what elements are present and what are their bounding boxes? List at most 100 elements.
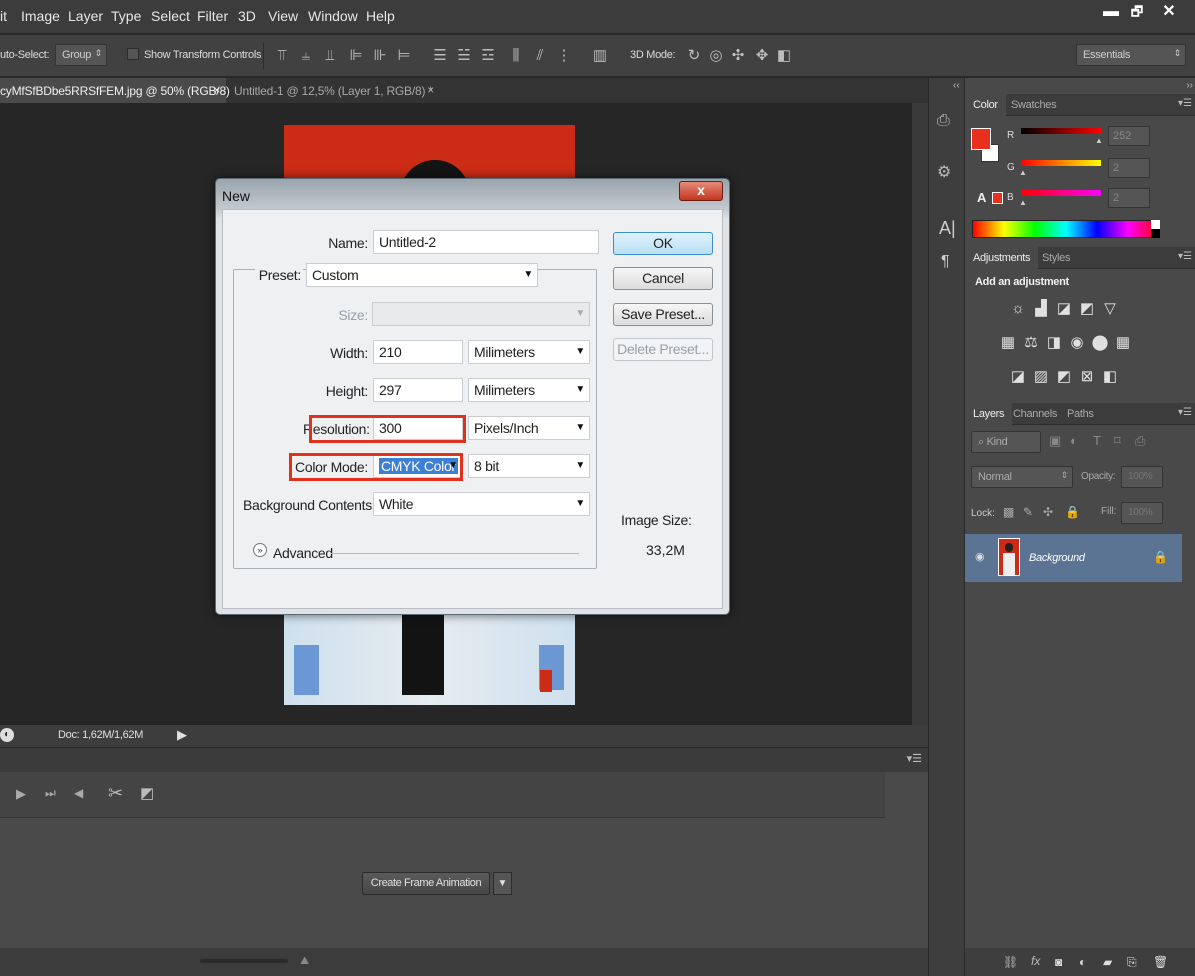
menu-help[interactable]: Help	[366, 8, 395, 24]
distribute-vcenter-icon[interactable]: ☱	[454, 46, 474, 66]
tab-layers[interactable]: Layers	[965, 403, 1013, 425]
align-vcenter-icon[interactable]: ⫨	[296, 46, 316, 66]
add-mask-icon[interactable]: ◙	[1055, 955, 1062, 969]
properties-icon[interactable]: ⚙	[937, 162, 951, 182]
paragraph-icon[interactable]: ¶	[941, 253, 950, 271]
distribute-left-icon[interactable]: ⫼	[506, 46, 526, 66]
width-input[interactable]: 210	[373, 340, 463, 364]
distribute-bottom-icon[interactable]: ☲	[478, 46, 498, 66]
r-value-field[interactable]: 252	[1108, 126, 1150, 146]
align-right-icon[interactable]: ⊨	[394, 46, 414, 66]
new-group-icon[interactable]: ▰	[1103, 955, 1112, 969]
tab-adjustments[interactable]: Adjustments	[965, 247, 1039, 269]
gradient-map-icon[interactable]: ◧	[1101, 368, 1119, 386]
posterize-icon[interactable]: ▨	[1032, 368, 1050, 386]
3d-drag-icon[interactable]: ✣	[728, 46, 748, 66]
chevron-down-icon[interactable]: ▼	[493, 872, 512, 895]
opacity-field[interactable]: 100%	[1121, 466, 1163, 488]
height-input[interactable]: 297	[373, 378, 463, 402]
fx-icon[interactable]: fx	[1031, 954, 1040, 968]
fill-field[interactable]: 100%	[1121, 502, 1163, 524]
distribute-right-icon[interactable]: ⋮	[554, 46, 574, 66]
foreground-color-swatch[interactable]	[971, 128, 991, 150]
filter-pixel-icon[interactable]: ▣	[1049, 433, 1061, 449]
b-slider[interactable]	[1021, 190, 1101, 196]
name-input[interactable]: Untitled-2	[373, 230, 599, 254]
scissors-icon[interactable]: ✂	[108, 783, 123, 804]
zoom-slider[interactable]	[200, 959, 288, 963]
history-icon[interactable]: ⎙	[937, 112, 950, 130]
invert-icon[interactable]: ◪	[1009, 368, 1027, 386]
audio-icon[interactable]: ◀	[74, 786, 83, 800]
menu-3d[interactable]: 3D	[238, 8, 256, 24]
status-arrow-icon[interactable]: ▶	[177, 727, 187, 743]
play-icon[interactable]: ▶	[16, 786, 26, 802]
menu-layer[interactable]: Layer	[68, 8, 103, 24]
step-forward-icon[interactable]: ⏭	[45, 786, 56, 801]
panel-menu-icon[interactable]: ▾☰	[907, 752, 922, 765]
menu-view[interactable]: View	[268, 8, 298, 24]
create-frame-animation-button[interactable]: Create Frame Animation	[362, 872, 490, 895]
close-window-button[interactable]: ✕	[1152, 0, 1186, 26]
align-left-icon[interactable]: ⊫	[346, 46, 366, 66]
menu-filter[interactable]: Filter	[197, 8, 228, 24]
height-unit-dropdown[interactable]: Milimeters ▼	[468, 378, 590, 402]
hue-saturation-icon[interactable]: ▦	[999, 334, 1017, 352]
g-value-field[interactable]: 2	[1108, 158, 1150, 178]
distribute-hcenter-icon[interactable]: ⫽	[530, 46, 550, 66]
menu-image[interactable]: Image	[21, 8, 60, 24]
blend-mode-dropdown[interactable]: Normal ⇕	[971, 466, 1073, 488]
menu-select[interactable]: Select	[151, 8, 190, 24]
save-preset-button[interactable]: Save Preset...	[613, 303, 713, 326]
3d-roll-icon[interactable]: ◎	[706, 46, 726, 66]
delete-preset-button[interactable]: Delete Preset...	[613, 338, 713, 361]
layer-filter-dropdown[interactable]: ⌕ Kind	[971, 431, 1041, 453]
cancel-button[interactable]: Cancel	[613, 267, 713, 290]
vibrance-icon[interactable]: ▽	[1101, 300, 1119, 318]
gamut-swatch[interactable]	[992, 192, 1003, 204]
levels-icon[interactable]: ▟	[1032, 300, 1050, 318]
g-slider-thumb[interactable]: ▲	[1019, 168, 1027, 177]
advanced-label[interactable]: Advanced	[273, 545, 333, 561]
filter-smart-icon[interactable]: ⎙	[1135, 433, 1145, 449]
color-balance-icon[interactable]: ⚖	[1022, 334, 1040, 352]
filter-adjustment-icon[interactable]: ◐	[1070, 433, 1078, 448]
link-layers-icon[interactable]: ⛓	[1003, 955, 1018, 969]
tab-styles[interactable]: Styles	[1042, 252, 1070, 264]
spectrum-black-swatch[interactable]	[1151, 229, 1160, 238]
lock-image-icon[interactable]: ✎	[1023, 505, 1033, 519]
panel-menu-icon[interactable]: ▾☰	[1178, 407, 1192, 418]
lock-all-icon[interactable]: 🔒	[1065, 505, 1080, 519]
menu-file[interactable]: it	[0, 8, 7, 24]
curves-icon[interactable]: ◪	[1055, 300, 1073, 318]
lock-transparent-icon[interactable]: ▩	[1003, 505, 1014, 519]
preset-dropdown[interactable]: Custom ▼	[306, 263, 538, 287]
menu-window[interactable]: Window	[308, 8, 358, 24]
tab-close-icon[interactable]: ×	[427, 83, 434, 97]
align-hcenter-icon[interactable]: ⊪	[370, 46, 390, 66]
brightness-icon[interactable]: ☼	[1009, 300, 1027, 318]
background-contents-dropdown[interactable]: White ▼	[373, 492, 590, 516]
exposure-icon[interactable]: ◩	[1078, 300, 1096, 318]
tab-channels[interactable]: Channels	[1013, 408, 1057, 420]
tab-color[interactable]: Color	[965, 94, 1006, 116]
align-bottom-icon[interactable]: ⫫	[320, 46, 340, 66]
3d-rotate-icon[interactable]: ↻	[684, 46, 704, 66]
b-slider-thumb[interactable]: ▲	[1019, 198, 1027, 207]
resolution-unit-dropdown[interactable]: Pixels/Inch ▼	[468, 416, 590, 440]
tab-swatches[interactable]: Swatches	[1011, 99, 1057, 111]
workspace-dropdown[interactable]: Essentials ⇕	[1076, 44, 1186, 66]
panel-menu-icon[interactable]: ▾☰	[1178, 98, 1192, 109]
dialog-close-button[interactable]: x	[679, 181, 723, 201]
width-unit-dropdown[interactable]: Milimeters ▼	[468, 340, 590, 364]
photo-filter-icon[interactable]: ◉	[1068, 334, 1086, 352]
b-value-field[interactable]: 2	[1108, 188, 1150, 208]
g-slider[interactable]	[1021, 160, 1101, 166]
auto-align-icon[interactable]: ▥	[590, 46, 610, 66]
lock-position-icon[interactable]: ✣	[1043, 505, 1053, 519]
tab-document-2[interactable]: Untitled-1 @ 12,5% (Layer 1, RGB/8) * ×	[226, 78, 438, 103]
3d-scale-icon[interactable]: ◧	[774, 46, 794, 66]
size-dropdown[interactable]: ▼	[372, 302, 590, 326]
r-slider-thumb[interactable]: ▲	[1095, 136, 1103, 145]
zoom-icon[interactable]: ◐	[0, 728, 14, 742]
